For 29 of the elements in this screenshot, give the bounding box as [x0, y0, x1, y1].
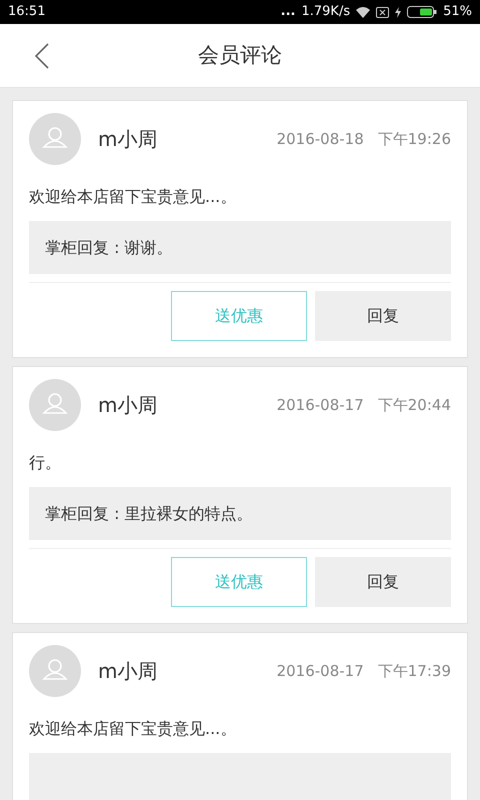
- user-name: m小周: [98, 658, 158, 685]
- user-name: m小周: [98, 392, 158, 419]
- comment-time: 下午19:26: [378, 128, 451, 150]
- avatar-icon: [29, 645, 81, 697]
- sim-card-icon: [376, 6, 390, 18]
- comment-time: 下午20:44: [378, 394, 451, 416]
- avatar-icon: [29, 113, 81, 165]
- reply-button[interactable]: 回复: [315, 291, 451, 341]
- charging-icon: [395, 6, 402, 18]
- comment-time: 下午17:39: [378, 660, 451, 682]
- comment-text: 行。: [29, 452, 62, 474]
- battery-icon: [407, 6, 438, 18]
- battery-percent: 51%: [443, 3, 472, 22]
- page-title: 会员评论: [198, 42, 282, 69]
- user-name: m小周: [98, 126, 158, 153]
- status-time: 16:51: [8, 3, 46, 22]
- network-speed: 1.79K/s: [301, 3, 350, 22]
- reply-text: 掌柜回复 : 里拉裸女的特点。: [45, 502, 253, 524]
- comment-text: 欢迎给本店留下宝贵意见...。: [29, 718, 238, 740]
- reply-text: 掌柜回复 : 谢谢。: [45, 236, 173, 258]
- back-icon: [35, 43, 49, 69]
- comment-date: 2016-08-18: [276, 128, 364, 150]
- avatar-icon: [29, 379, 81, 431]
- reply-button[interactable]: 回复: [315, 557, 451, 607]
- comment-date: 2016-08-17: [276, 394, 364, 416]
- comment-date: 2016-08-17: [276, 660, 364, 682]
- wifi-icon: [356, 6, 370, 18]
- status-dots: ...: [280, 3, 296, 22]
- comment-text: 欢迎给本店留下宝贵意见...。: [29, 186, 238, 208]
